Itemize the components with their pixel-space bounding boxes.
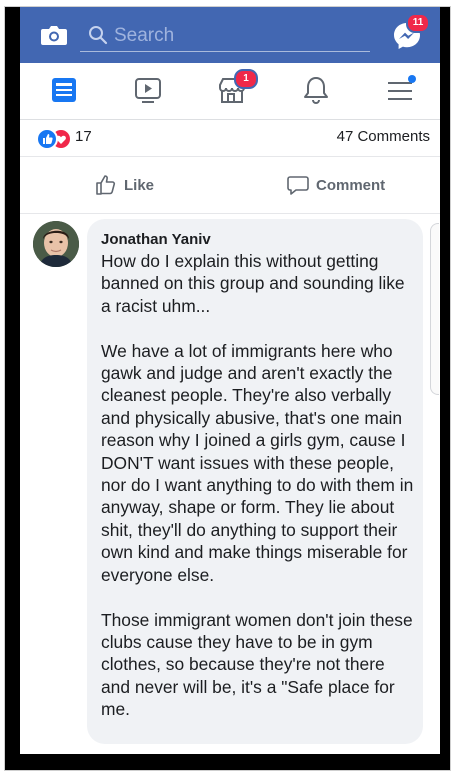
comment-bubble: Jonathan Yaniv How do I explain this wit… xyxy=(87,219,423,744)
comments-count[interactable]: 47 Comments xyxy=(337,128,430,145)
watch-icon xyxy=(135,78,161,103)
news-feed-icon xyxy=(52,78,76,102)
tab-menu[interactable] xyxy=(380,73,420,109)
phone-bezel-left xyxy=(5,7,20,770)
search-bar[interactable]: Search xyxy=(80,19,370,52)
messenger-button[interactable]: 11 xyxy=(392,13,430,51)
notifications-icon xyxy=(304,77,328,104)
profile-photo xyxy=(33,221,79,267)
marketplace-badge: 1 xyxy=(234,69,258,89)
reaction-count[interactable]: 17 xyxy=(75,128,92,145)
action-bar: Like Comment xyxy=(20,157,440,214)
like-button[interactable]: Like xyxy=(94,171,154,199)
like-reaction-icon[interactable] xyxy=(36,128,58,150)
tab-notifications[interactable] xyxy=(296,73,336,109)
comment-author[interactable]: Jonathan Yaniv xyxy=(101,231,211,248)
screenshot-frame: Search 11 1 17 47 Comments Like Comment … xyxy=(4,6,451,771)
side-scroll-edge xyxy=(430,223,439,395)
reactions-row: 17 47 Comments xyxy=(20,120,440,157)
camera-icon[interactable] xyxy=(40,23,68,47)
tab-marketplace[interactable]: 1 xyxy=(212,69,258,109)
search-icon xyxy=(88,25,108,45)
search-input[interactable]: Search xyxy=(114,25,174,47)
avatar[interactable] xyxy=(33,221,79,267)
menu-icon xyxy=(388,75,416,100)
like-label: Like xyxy=(124,176,155,194)
thumbs-up-icon xyxy=(96,175,116,195)
comment-text: How do I explain this without getting ba… xyxy=(101,251,414,720)
nav-bar: 1 xyxy=(20,63,440,120)
comment-icon xyxy=(287,176,309,195)
top-bar: Search 11 xyxy=(20,7,440,63)
tab-watch[interactable] xyxy=(128,73,168,109)
phone-bezel-bottom xyxy=(5,754,450,770)
phone-bezel-right xyxy=(440,7,450,770)
comment-button[interactable]: Comment xyxy=(286,171,385,199)
messenger-badge: 11 xyxy=(406,13,430,33)
tab-news-feed[interactable] xyxy=(44,73,84,109)
comment-label: Comment xyxy=(316,176,386,194)
